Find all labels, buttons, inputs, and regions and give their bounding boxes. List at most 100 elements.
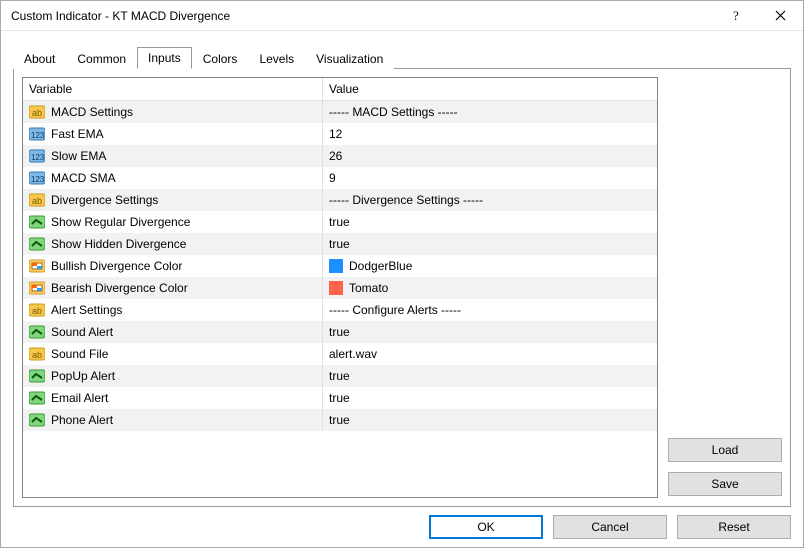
tab-visualization[interactable]: Visualization bbox=[305, 48, 394, 69]
value-cell[interactable]: true bbox=[323, 233, 657, 255]
num-type-icon bbox=[29, 148, 45, 164]
footer-buttons: OK Cancel Reset bbox=[13, 507, 791, 539]
value-cell[interactable]: true bbox=[323, 387, 657, 409]
num-type-icon bbox=[29, 126, 45, 142]
tab-label: Inputs bbox=[148, 51, 181, 65]
variable-name: Sound File bbox=[51, 347, 108, 361]
table-row[interactable]: Show Hidden Divergence true bbox=[23, 233, 657, 255]
value-cell[interactable]: true bbox=[323, 321, 657, 343]
table-row[interactable]: Show Regular Divergencetrue bbox=[23, 211, 657, 233]
tab-label: About bbox=[24, 52, 55, 66]
variable-name: Show Hidden Divergence bbox=[51, 237, 186, 251]
load-button[interactable]: Load bbox=[668, 438, 782, 462]
table-row[interactable]: Fast EMA 12 bbox=[23, 123, 657, 145]
table-row[interactable]: MACD SMA 9 bbox=[23, 167, 657, 189]
variable-name: MACD Settings bbox=[51, 105, 133, 119]
value-text: ----- Configure Alerts ----- bbox=[329, 303, 461, 317]
tab-strip: About Common Inputs Colors Levels Visual… bbox=[13, 46, 791, 68]
button-label: Save bbox=[711, 477, 738, 491]
help-button[interactable]: ? bbox=[713, 2, 758, 30]
value-text: Tomato bbox=[349, 281, 388, 295]
bool-type-icon bbox=[29, 324, 45, 340]
value-text: ----- Divergence Settings ----- bbox=[329, 193, 483, 207]
table-row[interactable]: PopUp Alert true bbox=[23, 365, 657, 387]
variable-name: PopUp Alert bbox=[51, 369, 115, 383]
color-type-icon bbox=[29, 280, 45, 296]
variable-cell: Sound Alert bbox=[23, 321, 323, 343]
value-cell[interactable]: Tomato bbox=[323, 277, 657, 299]
variable-name: MACD SMA bbox=[51, 171, 116, 185]
tab-colors[interactable]: Colors bbox=[192, 48, 249, 69]
color-swatch bbox=[329, 259, 343, 273]
value-cell[interactable]: alert.wav bbox=[323, 343, 657, 365]
value-text: true bbox=[329, 237, 350, 251]
close-button[interactable] bbox=[758, 2, 803, 30]
value-cell[interactable]: ----- Divergence Settings ----- bbox=[323, 189, 657, 211]
table-row[interactable]: Divergence Settings ----- Divergence Sett… bbox=[23, 189, 657, 211]
num-type-icon bbox=[29, 170, 45, 186]
value-text: true bbox=[329, 215, 350, 229]
inputs-table: Variable Value MACD Settings ----- MACD S… bbox=[22, 77, 658, 498]
bool-type-icon bbox=[29, 236, 45, 252]
value-cell[interactable]: true bbox=[323, 211, 657, 233]
str-type-icon bbox=[29, 346, 45, 362]
side-buttons: Load Save bbox=[668, 77, 782, 498]
content-area: About Common Inputs Colors Levels Visual… bbox=[1, 31, 803, 547]
table-row[interactable]: Bearish Divergence Color Tomato bbox=[23, 277, 657, 299]
color-swatch bbox=[329, 281, 343, 295]
variable-cell: Phone Alert bbox=[23, 409, 323, 431]
value-cell[interactable]: 26 bbox=[323, 145, 657, 167]
variable-cell: Show Hidden Divergence bbox=[23, 233, 323, 255]
table-row[interactable]: Email Alert true bbox=[23, 387, 657, 409]
header-value[interactable]: Value bbox=[323, 78, 657, 100]
str-type-icon bbox=[29, 302, 45, 318]
reset-button[interactable]: Reset bbox=[677, 515, 791, 539]
value-text: ----- MACD Settings ----- bbox=[329, 105, 458, 119]
dialog-window: Custom Indicator - KT MACD Divergence ? … bbox=[0, 0, 804, 548]
variable-name: Divergence Settings bbox=[51, 193, 158, 207]
ok-button[interactable]: OK bbox=[429, 515, 543, 539]
table-row[interactable]: Slow EMA26 bbox=[23, 145, 657, 167]
button-label: Cancel bbox=[591, 520, 628, 534]
tab-label: Common bbox=[77, 52, 126, 66]
value-cell[interactable]: true bbox=[323, 365, 657, 387]
value-text: 26 bbox=[329, 149, 342, 163]
table-row[interactable]: Phone Alerttrue bbox=[23, 409, 657, 431]
value-cell[interactable]: ----- MACD Settings ----- bbox=[323, 101, 657, 123]
save-button[interactable]: Save bbox=[668, 472, 782, 496]
tab-levels[interactable]: Levels bbox=[248, 48, 305, 69]
table-row[interactable]: MACD Settings ----- MACD Settings ----- bbox=[23, 101, 657, 123]
bool-type-icon bbox=[29, 214, 45, 230]
value-text: true bbox=[329, 391, 350, 405]
tab-about[interactable]: About bbox=[13, 48, 66, 69]
variable-name: Fast EMA bbox=[51, 127, 104, 141]
table-row[interactable]: Bullish Divergence ColorDodgerBlue bbox=[23, 255, 657, 277]
bool-type-icon bbox=[29, 368, 45, 384]
table-row[interactable]: Sound Alerttrue bbox=[23, 321, 657, 343]
value-cell[interactable]: true bbox=[323, 409, 657, 431]
header-variable[interactable]: Variable bbox=[23, 78, 323, 100]
table-row[interactable]: Sound File alert.wav bbox=[23, 343, 657, 365]
table-row[interactable]: Alert Settings----- Configure Alerts ---… bbox=[23, 299, 657, 321]
tab-inputs[interactable]: Inputs bbox=[137, 47, 192, 69]
variable-cell: Bullish Divergence Color bbox=[23, 255, 323, 277]
tab-common[interactable]: Common bbox=[66, 48, 137, 69]
tab-pane-inputs: Variable Value MACD Settings ----- MACD S… bbox=[13, 68, 791, 507]
tab-label: Colors bbox=[203, 52, 238, 66]
table-body: MACD Settings ----- MACD Settings ----- Fa… bbox=[23, 101, 657, 497]
button-label: Reset bbox=[718, 520, 749, 534]
variable-cell: MACD SMA bbox=[23, 167, 323, 189]
value-cell[interactable]: DodgerBlue bbox=[323, 255, 657, 277]
value-cell[interactable]: 9 bbox=[323, 167, 657, 189]
title-bar: Custom Indicator - KT MACD Divergence ? bbox=[1, 1, 803, 31]
variable-cell: PopUp Alert bbox=[23, 365, 323, 387]
variable-cell: Bearish Divergence Color bbox=[23, 277, 323, 299]
variable-name: Email Alert bbox=[51, 391, 108, 405]
button-label: OK bbox=[477, 520, 494, 534]
cancel-button[interactable]: Cancel bbox=[553, 515, 667, 539]
value-cell[interactable]: 12 bbox=[323, 123, 657, 145]
str-type-icon bbox=[29, 104, 45, 120]
value-cell[interactable]: ----- Configure Alerts ----- bbox=[323, 299, 657, 321]
button-label: Load bbox=[712, 443, 739, 457]
variable-cell: MACD Settings bbox=[23, 101, 323, 123]
